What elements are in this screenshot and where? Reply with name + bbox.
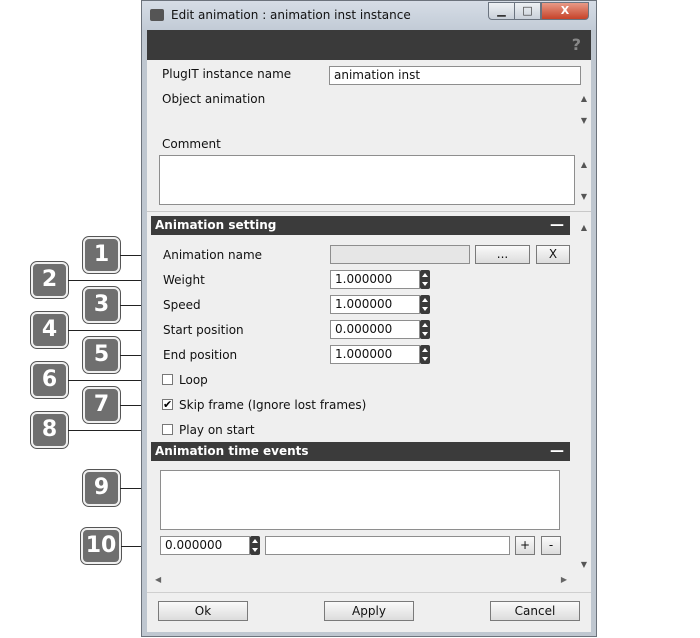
window-title: Edit animation : animation inst instance bbox=[171, 8, 411, 22]
close-button[interactable]: X bbox=[541, 2, 589, 20]
speed-label: Speed bbox=[163, 298, 201, 312]
end-position-label: End position bbox=[163, 348, 238, 362]
ok-button[interactable]: Ok bbox=[158, 601, 248, 621]
plugit-instance-name-label: PlugIT instance name bbox=[162, 67, 292, 81]
skip-frame-label: Skip frame (Ignore lost frames) bbox=[179, 398, 367, 412]
weight-label: Weight bbox=[163, 273, 205, 287]
maximize-button[interactable]: □ bbox=[514, 2, 541, 20]
callout-10: 10 bbox=[80, 527, 122, 565]
comment-scroll-up[interactable]: ▲ bbox=[579, 160, 589, 169]
plugit-instance-name-input[interactable]: animation inst bbox=[329, 66, 581, 85]
callout-5: 5 bbox=[82, 336, 121, 374]
comment-textarea[interactable] bbox=[159, 155, 575, 205]
apply-button[interactable]: Apply bbox=[324, 601, 414, 621]
event-name-input[interactable] bbox=[265, 536, 510, 555]
title-bar: Edit animation : animation inst instance… bbox=[142, 1, 596, 30]
add-event-button[interactable]: + bbox=[515, 536, 535, 555]
loop-label: Loop bbox=[179, 373, 208, 387]
callout-2: 2 bbox=[30, 261, 69, 299]
callout-4: 4 bbox=[30, 311, 69, 349]
minimize-button[interactable]: ▁ bbox=[488, 2, 515, 20]
loop-checkbox[interactable] bbox=[162, 374, 173, 385]
comment-label: Comment bbox=[162, 137, 221, 151]
weight-input[interactable]: 1.000000 bbox=[330, 270, 420, 289]
weight-stepper[interactable] bbox=[420, 270, 430, 289]
main-scroll-up[interactable]: ▲ bbox=[579, 223, 589, 232]
scroll-left-icon[interactable]: ◀ bbox=[155, 575, 161, 584]
callout-7: 7 bbox=[82, 386, 121, 424]
divider bbox=[147, 211, 591, 212]
object-animation-scroll-down[interactable]: ▼ bbox=[579, 116, 589, 125]
app-icon bbox=[150, 9, 164, 21]
time-events-header[interactable]: Animation time events — bbox=[151, 442, 570, 461]
horizontal-scrollbar[interactable]: ◀ ▶ bbox=[155, 575, 573, 585]
event-time-stepper[interactable] bbox=[250, 536, 260, 555]
animation-setting-title: Animation setting bbox=[155, 218, 277, 232]
callout-9: 9 bbox=[82, 469, 121, 507]
clear-animation-button[interactable]: X bbox=[536, 245, 570, 264]
callout-1: 1 bbox=[82, 236, 121, 274]
animation-name-label: Animation name bbox=[163, 248, 263, 262]
object-animation-label: Object animation bbox=[162, 92, 266, 106]
start-position-label: Start position bbox=[163, 323, 244, 337]
end-position-stepper[interactable] bbox=[420, 345, 430, 364]
play-on-start-checkbox[interactable] bbox=[162, 424, 173, 435]
animation-setting-header[interactable]: Animation setting — bbox=[151, 216, 570, 235]
callout-8: 8 bbox=[30, 411, 69, 449]
skip-frame-checkbox[interactable]: ✔ bbox=[162, 399, 173, 410]
end-position-input[interactable]: 1.000000 bbox=[330, 345, 420, 364]
collapse-icon[interactable]: — bbox=[550, 442, 564, 461]
start-position-input[interactable]: 0.000000 bbox=[330, 320, 420, 339]
cancel-button[interactable]: Cancel bbox=[490, 601, 580, 621]
play-on-start-label: Play on start bbox=[179, 423, 255, 437]
edit-animation-dialog: Edit animation : animation inst instance… bbox=[141, 0, 597, 637]
help-bar: ? bbox=[147, 30, 591, 60]
scroll-right-icon[interactable]: ▶ bbox=[561, 575, 567, 584]
dialog-body: PlugIT instance name animation inst Obje… bbox=[147, 60, 591, 592]
speed-stepper[interactable] bbox=[420, 295, 430, 314]
start-position-stepper[interactable] bbox=[420, 320, 430, 339]
dialog-footer: Ok Apply Cancel bbox=[147, 592, 591, 632]
comment-scroll-down[interactable]: ▼ bbox=[579, 192, 589, 201]
time-events-title: Animation time events bbox=[155, 444, 309, 458]
callout-3: 3 bbox=[82, 286, 121, 324]
object-animation-scroll-up[interactable]: ▲ bbox=[579, 94, 589, 103]
help-icon[interactable]: ? bbox=[572, 35, 581, 54]
collapse-icon[interactable]: — bbox=[550, 216, 564, 235]
browse-animation-button[interactable]: ... bbox=[475, 245, 530, 264]
callout-6: 6 bbox=[30, 361, 69, 399]
speed-input[interactable]: 1.000000 bbox=[330, 295, 420, 314]
event-time-input[interactable]: 0.000000 bbox=[160, 536, 250, 555]
remove-event-button[interactable]: - bbox=[541, 536, 561, 555]
main-scroll-down[interactable]: ▼ bbox=[579, 560, 589, 569]
time-events-list[interactable] bbox=[160, 470, 560, 530]
animation-name-field[interactable] bbox=[330, 245, 470, 264]
